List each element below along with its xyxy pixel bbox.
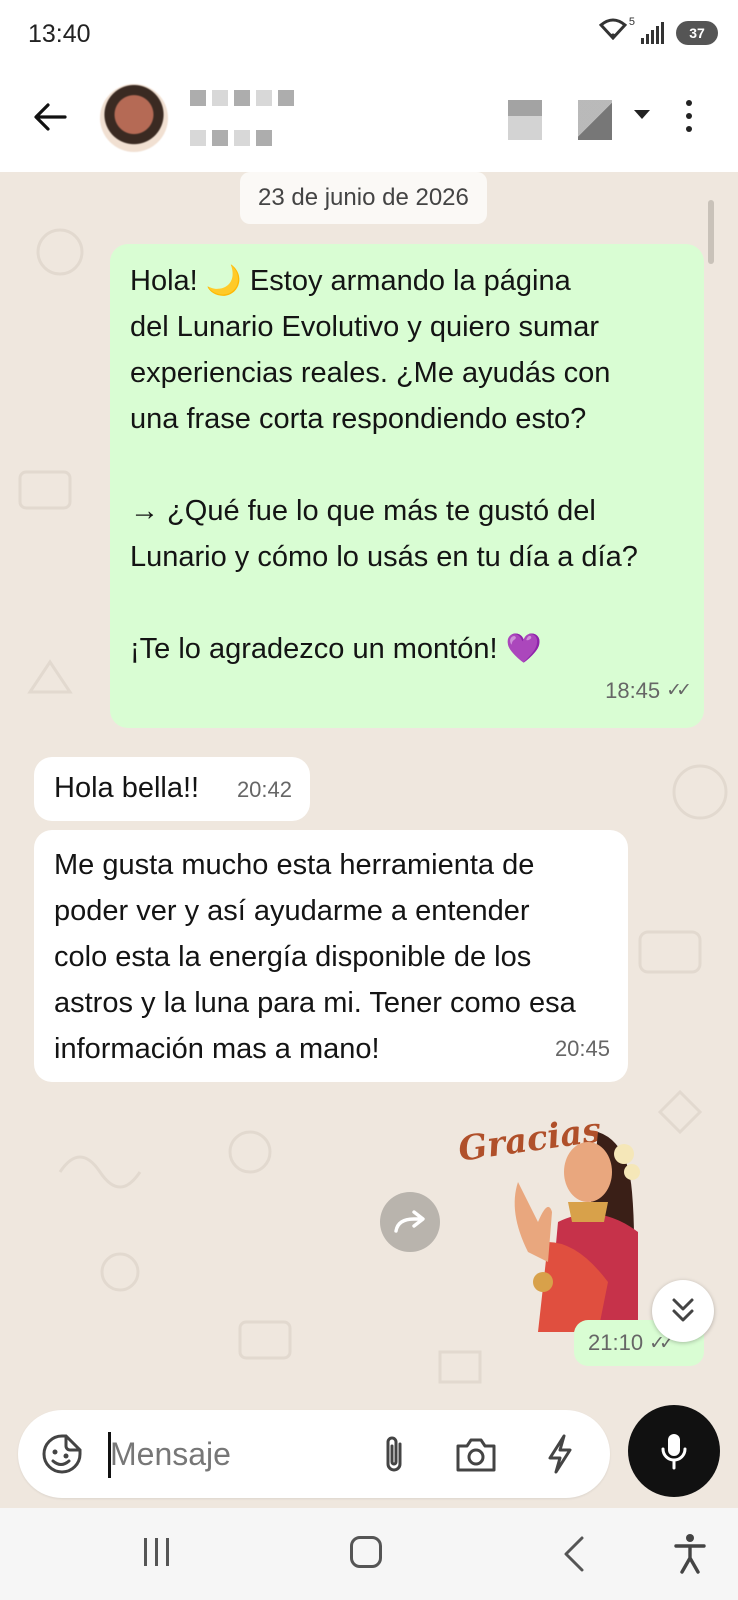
forward-icon bbox=[394, 1210, 425, 1233]
message-text: Hola! 🌙 Estoy armando la página del Luna… bbox=[130, 265, 638, 665]
camera-icon[interactable] bbox=[454, 1432, 498, 1476]
status-icons: 5 37 bbox=[598, 16, 718, 47]
outgoing-message[interactable]: Hola! 🌙 Estoy armando la página del Luna… bbox=[110, 244, 704, 728]
signal-icon bbox=[641, 21, 664, 44]
message-text: Me gusta mucho esta herramienta de poder… bbox=[54, 849, 576, 1065]
contact-name-redacted[interactable] bbox=[190, 90, 294, 106]
forward-button[interactable] bbox=[380, 1192, 440, 1252]
video-call-icon[interactable] bbox=[508, 100, 542, 140]
message-time: 21:10 bbox=[588, 1330, 644, 1355]
chat-area[interactable]: 23 de junio de 2026 Hola! 🌙 Estoy armand… bbox=[0, 172, 738, 1408]
status-time: 13:40 bbox=[28, 20, 91, 48]
sticker-emoji-icon[interactable] bbox=[40, 1432, 84, 1476]
microphone-icon bbox=[661, 1434, 687, 1470]
message-composer bbox=[18, 1410, 610, 1498]
message-meta: 20:45 bbox=[555, 1026, 610, 1072]
message-meta: 20:42 bbox=[237, 767, 292, 813]
arrow-left-icon bbox=[34, 103, 67, 131]
incoming-message[interactable]: Hola bella!! 20:42 bbox=[34, 757, 310, 821]
message-text: Hola bella!! bbox=[54, 772, 200, 804]
message-time: 20:45 bbox=[554, 1036, 610, 1061]
scroll-to-bottom-button[interactable] bbox=[652, 1280, 714, 1342]
more-vertical-icon[interactable] bbox=[686, 100, 692, 132]
voice-record-button[interactable] bbox=[628, 1405, 720, 1497]
paperclip-icon[interactable] bbox=[374, 1432, 414, 1476]
message-time: 18:45 bbox=[605, 678, 661, 703]
bolt-icon[interactable] bbox=[540, 1432, 580, 1476]
wifi-icon: 5 bbox=[598, 16, 635, 47]
contact-avatar[interactable] bbox=[100, 84, 168, 152]
chevrons-down-icon bbox=[672, 1298, 694, 1322]
home-icon[interactable] bbox=[350, 1536, 382, 1568]
accessibility-icon[interactable] bbox=[672, 1532, 708, 1576]
gracias-sticker[interactable]: Gracias bbox=[448, 1102, 656, 1334]
contact-status-redacted bbox=[190, 130, 272, 146]
incoming-message[interactable]: Me gusta mucho esta herramienta de poder… bbox=[34, 830, 628, 1082]
message-meta: 18:45 ✓✓ bbox=[605, 668, 692, 714]
recents-icon[interactable] bbox=[144, 1538, 169, 1566]
wifi-badge: 5 bbox=[628, 16, 635, 28]
voice-call-icon[interactable] bbox=[578, 100, 612, 140]
chevron-down-icon[interactable] bbox=[634, 110, 650, 119]
message-input[interactable] bbox=[110, 1422, 360, 1486]
read-ticks-icon: ✓✓ bbox=[666, 680, 692, 701]
chat-header bbox=[0, 70, 738, 172]
nav-back-icon[interactable] bbox=[560, 1534, 590, 1574]
date-separator: 23 de junio de 2026 bbox=[240, 172, 487, 224]
system-nav-bar bbox=[0, 1508, 738, 1600]
back-button[interactable] bbox=[28, 92, 72, 142]
status-bar: 13:40 5 37 bbox=[0, 0, 738, 70]
scrollbar[interactable] bbox=[708, 200, 714, 264]
message-time: 20:42 bbox=[236, 777, 292, 802]
battery-icon: 37 bbox=[676, 20, 718, 45]
